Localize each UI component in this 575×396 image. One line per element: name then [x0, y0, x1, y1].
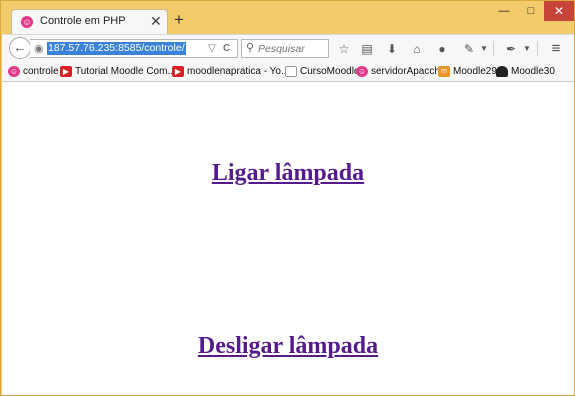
search-input[interactable] — [258, 41, 326, 56]
bookmark-label: moodlenapratica - Yo... — [187, 66, 290, 77]
back-button[interactable]: ← — [9, 37, 31, 59]
bookmark-label: Tutorial Moodle Com... — [75, 66, 176, 77]
person-icon — [496, 66, 508, 77]
youtube-icon: ▶ — [60, 66, 72, 77]
title-bar: ☺ Controle em PHP ✕ + — □ ✕ — [1, 1, 574, 34]
bookmark-cursomoodle[interactable]: CursoMoodle — [285, 65, 359, 79]
desligar-lampada-link[interactable]: Desligar lâmpada — [198, 333, 378, 359]
url-dropdown-icon[interactable]: ▽ — [208, 43, 216, 55]
toolbar-divider — [493, 41, 494, 56]
toolbar-divider — [537, 41, 538, 56]
bookmark-star-icon[interactable]: ☆ — [335, 40, 353, 58]
page-content: Ligar lâmpada Desligar lâmpada — [2, 82, 574, 395]
search-icon: ⚲ — [246, 42, 255, 54]
globe-icon: ◉ — [34, 43, 44, 55]
url-bar[interactable]: ◉ 187.57.76.235:8585/controle/ ▽ C — [30, 39, 238, 58]
chat-icon[interactable]: ● — [433, 40, 451, 58]
page-icon — [285, 66, 297, 77]
bookmark-controle[interactable]: ☺ controle — [8, 65, 59, 79]
reading-list-icon[interactable]: ▤ — [358, 40, 376, 58]
youtube-icon: ▶ — [172, 66, 184, 77]
new-tab-button[interactable]: + — [174, 11, 184, 28]
smiley-icon: ☺ — [21, 16, 33, 28]
reload-icon[interactable]: C — [223, 43, 230, 55]
bookmark-label: servidorApacche — [371, 66, 446, 77]
ligar-lampada-link[interactable]: Ligar lâmpada — [212, 160, 364, 186]
dropdown-icon[interactable]: ▼ — [478, 40, 490, 58]
menu-icon[interactable]: ≡ — [547, 40, 565, 58]
bookmark-moodle29[interactable]: m Moodle29 — [438, 65, 497, 79]
tab-title: Controle em PHP — [40, 15, 126, 27]
smiley-icon: ☺ — [8, 66, 20, 77]
close-window-button[interactable]: ✕ — [544, 1, 574, 21]
bookmarks-toolbar: ☺ controle ▶ Tutorial Moodle Com... ▶ moodl… — [2, 63, 574, 82]
extension-icon[interactable]: ✎ — [460, 40, 478, 58]
bookmark-label: Moodle29 — [453, 66, 497, 77]
pen-icon[interactable]: ✒ — [502, 40, 520, 58]
close-icon[interactable]: ✕ — [150, 13, 162, 30]
bookmark-label: controle — [23, 66, 59, 77]
bookmark-tutorial-moodle[interactable]: ▶ Tutorial Moodle Com... — [60, 65, 176, 79]
dropdown-icon[interactable]: ▼ — [521, 40, 533, 58]
download-icon[interactable]: ⬇ — [383, 40, 401, 58]
moodle-icon: m — [438, 66, 450, 77]
home-icon[interactable]: ⌂ — [408, 40, 426, 58]
smiley-icon: ☺ — [356, 66, 368, 77]
bookmark-moodle30[interactable]: Moodle30 — [496, 65, 555, 79]
minimize-button[interactable]: — — [491, 1, 517, 21]
maximize-button[interactable]: □ — [518, 1, 544, 21]
search-box[interactable]: ⚲ — [241, 39, 329, 58]
url-text[interactable]: 187.57.76.235:8585/controle/ — [47, 42, 186, 55]
navigation-toolbar: ← ◉ 187.57.76.235:8585/controle/ ▽ C ⚲ ☆… — [2, 34, 574, 63]
bookmark-label: CursoMoodle — [300, 66, 360, 77]
tab-controle-em-php[interactable]: ☺ Controle em PHP ✕ — [11, 9, 168, 34]
bookmark-moodlenapratica[interactable]: ▶ moodlenapratica - Yo... — [172, 65, 289, 79]
bookmark-servidorapacche[interactable]: ☺ servidorApacche — [356, 65, 445, 79]
heading-ligar: Ligar lâmpada — [2, 160, 574, 187]
browser-window: ☺ Controle em PHP ✕ + — □ ✕ ← ◉ 187.57.7… — [0, 0, 575, 396]
heading-desligar: Desligar lâmpada — [2, 333, 574, 360]
bookmark-label: Moodle30 — [511, 66, 555, 77]
